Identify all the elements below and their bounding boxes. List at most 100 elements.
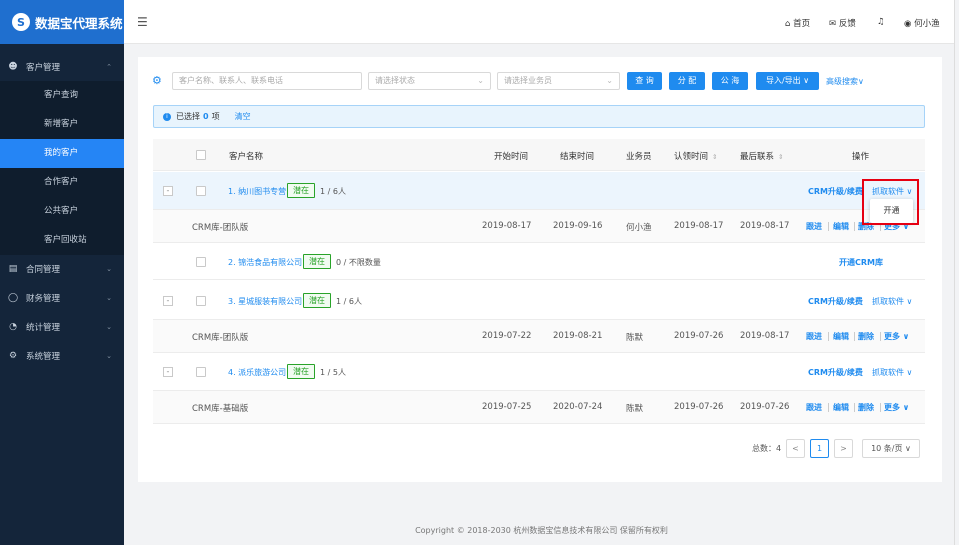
- app-title: 数据宝代理系统: [35, 15, 123, 31]
- crm-upgrade-link[interactable]: CRM升级/续费: [808, 186, 863, 197]
- follow-up-link[interactable]: 跟进: [806, 331, 822, 342]
- menu-recycle-bin[interactable]: 客户回收站: [0, 226, 124, 255]
- claim-date: 2019-07-26: [674, 331, 724, 341]
- settings-icon[interactable]: ⚙: [152, 74, 162, 87]
- delete-link[interactable]: 删除: [858, 331, 874, 342]
- col-start: 开始时间: [494, 152, 529, 162]
- divider: [854, 332, 855, 341]
- table-subrow: CRM库-团队版 2019-08-17 2019-09-16 何小渔 2019-…: [153, 210, 925, 243]
- page-1-button[interactable]: 1: [810, 439, 829, 458]
- contract-icon: ▤: [8, 263, 18, 274]
- highlight-box: [862, 179, 919, 225]
- open-crm-link[interactable]: 开通CRM库: [839, 257, 883, 268]
- clear-selection-link[interactable]: 清空: [235, 111, 251, 122]
- seat-count: 0 / 不限数量: [336, 258, 381, 267]
- menu-customer-query[interactable]: 客户查询: [0, 81, 124, 110]
- sort-icon: ⇕: [712, 153, 718, 161]
- expand-toggle[interactable]: -: [163, 296, 173, 306]
- chevron-down-icon: ⌄: [106, 351, 112, 360]
- menu-contracts-label: 合同管理: [26, 264, 61, 275]
- selected-count: 0: [203, 112, 209, 121]
- grab-software-link[interactable]: 抓取软件 ∨: [872, 367, 912, 378]
- crm-upgrade-link[interactable]: CRM升级/续费: [808, 367, 863, 378]
- row-checkbox[interactable]: [196, 367, 206, 377]
- home-link[interactable]: ⌂ 首页: [785, 17, 810, 29]
- claim-date: 2019-08-17: [674, 221, 724, 231]
- product-name: CRM库-团队版: [192, 223, 249, 233]
- prev-page-button[interactable]: <: [786, 439, 805, 458]
- col-staff: 业务员: [626, 152, 652, 162]
- follow-up-link[interactable]: 跟进: [806, 221, 822, 232]
- col-claim[interactable]: 认领时间 ⇕: [674, 150, 717, 162]
- menu-system[interactable]: ⚙ 系统管理 ⌄: [0, 341, 124, 370]
- table-subrow: CRM库-基础版 2019-07-25 2020-07-24 陈默 2019-0…: [153, 391, 925, 424]
- menu-contracts[interactable]: ▤ 合同管理 ⌄: [0, 254, 124, 283]
- more-link[interactable]: 更多 ∨: [884, 402, 909, 413]
- end-date: 2020-07-24: [553, 402, 603, 412]
- top-bar: ☰ ⌂ 首页 ✉ 反馈 ♫ ◉ 何小渔: [124, 0, 959, 44]
- menu-my-customers[interactable]: 我的客户: [0, 139, 124, 168]
- avatar: ◉: [904, 19, 915, 29]
- col-last[interactable]: 最后联系 ⇕: [740, 150, 783, 162]
- edit-link[interactable]: 编辑: [833, 331, 849, 342]
- customer-name[interactable]: 2. 锦浩食品有限公司: [228, 257, 302, 268]
- selection-bar: i 已选择 0 项 清空: [153, 105, 925, 128]
- staff-name: 陈默: [626, 333, 644, 343]
- gear-icon: ⚙: [8, 350, 18, 361]
- divider: [880, 403, 881, 412]
- menu-statistics-label: 统计管理: [26, 322, 61, 333]
- logo-icon: S: [12, 13, 30, 31]
- sort-icon: ⇕: [778, 153, 784, 161]
- status-badge: 潜在: [287, 183, 315, 198]
- feedback-link[interactable]: ✉ 反馈: [829, 17, 856, 29]
- next-page-button[interactable]: >: [834, 439, 853, 458]
- row-checkbox[interactable]: [196, 296, 206, 306]
- table-row: - 4. 派乐旅游公司 潜在 1 / 5人 CRM升级/续费 抓取软件 ∨: [153, 353, 925, 391]
- customer-name[interactable]: 1. 纳川图书专营: [228, 186, 286, 197]
- select-all-checkbox[interactable]: [196, 150, 206, 160]
- menu-public-customers[interactable]: 公共客户: [0, 197, 124, 226]
- page-size-select[interactable]: 10 条/页 ∨: [862, 439, 920, 458]
- delete-link[interactable]: 删除: [858, 402, 874, 413]
- info-icon: i: [163, 112, 171, 121]
- menu-partner-customers[interactable]: 合作客户: [0, 168, 124, 197]
- edit-link[interactable]: 编辑: [833, 221, 849, 232]
- edit-link[interactable]: 编辑: [833, 402, 849, 413]
- assign-button[interactable]: 分 配: [669, 72, 705, 90]
- grab-software-link[interactable]: 抓取软件 ∨: [872, 296, 912, 307]
- total-count: 总数：4: [752, 444, 782, 453]
- seat-count: 1 / 6人: [336, 297, 362, 306]
- end-date: 2019-09-16: [553, 221, 603, 231]
- chevron-down-icon: ⌄: [106, 322, 112, 331]
- footer-copyright: Copyright © 2018-2030 杭州数据宝信息技术有限公司 保留所有…: [415, 526, 668, 535]
- last-contact-date: 2019-08-17: [740, 221, 790, 231]
- start-date: 2019-08-17: [482, 221, 532, 231]
- staff-select[interactable]: 请选择业务员 ⌄: [497, 72, 620, 90]
- customer-name[interactable]: 3. 星城服装有限公司: [228, 296, 302, 307]
- menu-finance[interactable]: ◯ 财务管理 ⌄: [0, 283, 124, 312]
- customer-name[interactable]: 4. 派乐旅游公司: [228, 367, 286, 378]
- row-checkbox[interactable]: [196, 257, 206, 267]
- query-button[interactable]: 查 询: [627, 72, 662, 90]
- home-icon: ⌂: [785, 19, 794, 29]
- expand-toggle[interactable]: -: [163, 186, 173, 196]
- expand-toggle[interactable]: -: [163, 367, 173, 377]
- row-checkbox[interactable]: [196, 186, 206, 196]
- public-pool-button[interactable]: 公 海: [712, 72, 748, 90]
- advanced-search-link[interactable]: 高级搜索∨: [826, 76, 864, 87]
- status-select[interactable]: 请选择状态 ⌄: [368, 72, 491, 90]
- menu-statistics[interactable]: ◔ 统计管理 ⌄: [0, 312, 124, 341]
- menu-fold-icon[interactable]: ☰: [137, 15, 148, 29]
- table-row: - 1. 纳川图书专营 潜在 1 / 6人 CRM升级/续费 抓取软件 ∨: [153, 172, 925, 210]
- menu-customer[interactable]: ☻ 客户管理 ⌃: [0, 52, 124, 81]
- search-input[interactable]: 客户名称、联系人、联系电话: [172, 72, 362, 90]
- import-export-button[interactable]: 导入/导出 ∨: [756, 72, 819, 90]
- app-logo: S 数据宝代理系统: [0, 0, 124, 44]
- crm-upgrade-link[interactable]: CRM升级/续费: [808, 296, 863, 307]
- bell-icon[interactable]: ♫: [877, 17, 885, 27]
- follow-up-link[interactable]: 跟进: [806, 402, 822, 413]
- user-menu[interactable]: ◉ 何小渔: [904, 17, 940, 29]
- menu-new-customer[interactable]: 新增客户: [0, 110, 124, 139]
- sidebar: S 数据宝代理系统 ☻ 客户管理 ⌃ 客户查询 新增客户 我的客户 合作客户 公…: [0, 0, 124, 545]
- more-link[interactable]: 更多 ∨: [884, 331, 909, 342]
